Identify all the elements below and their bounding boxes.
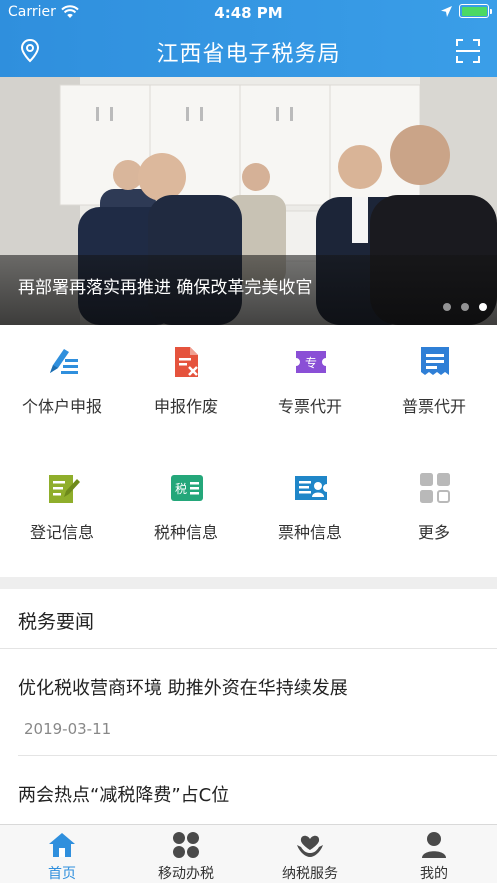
status-time: 4:48 PM [214,4,283,22]
tab-home[interactable]: 首页 [0,825,124,883]
banner-caption[interactable]: 再部署再落实再推进 确保改革完美收官 [18,273,312,298]
more-grid-icon [420,473,450,503]
tab-mobile-tax[interactable]: 移动办税 [124,825,248,883]
tab-profile[interactable]: 我的 [372,825,496,883]
ticket-type-icon [295,476,327,500]
service-registration-info[interactable]: 登记信息 [0,451,124,577]
divider [18,755,497,756]
news-item-title[interactable]: 两会热点“减税降费”占C位 [18,781,229,807]
service-label: 税种信息 [153,523,218,542]
section-divider [0,577,497,589]
divider [0,648,497,649]
service-label: 票种信息 [277,523,342,542]
service-hands-icon [297,835,323,857]
status-right [440,4,492,18]
receipt-icon [421,347,449,375]
carousel-indicator[interactable] [443,303,487,311]
news-item-date: 2019-03-11 [24,720,112,738]
service-individual-declaration[interactable]: 个体户申报 [0,325,124,451]
service-label: 登记信息 [29,523,94,542]
tab-label: 首页 [48,866,76,882]
carousel-dot[interactable] [443,303,451,311]
service-label: 个体户申报 [21,397,102,416]
home-icon [49,833,75,857]
scan-icon[interactable] [455,38,481,64]
service-special-invoice[interactable]: 专 专票代开 [248,325,372,451]
carousel-dot[interactable] [461,303,469,311]
page-title: 江西省电子税务局 [156,42,341,67]
tab-label: 纳税服务 [282,866,338,882]
tax-type-icon: 税 [171,475,203,501]
news-item-title[interactable]: 优化税收营商环境 助推外资在华持续发展 [18,674,348,700]
service-general-invoice[interactable]: 普票代开 [372,325,496,451]
apps-icon [173,832,199,858]
service-ticket-type-info[interactable]: 票种信息 [248,451,372,577]
service-label: 更多 [417,523,450,542]
nav-bar: 江西省电子税务局 [0,26,497,77]
carousel-dot-active[interactable] [479,303,487,311]
battery-icon [459,4,492,18]
status-bar: Carrier 4:48 PM [0,0,497,26]
service-more[interactable]: 更多 [372,451,496,577]
register-edit-icon [49,475,80,503]
document-cancel-icon [175,347,198,377]
service-label: 申报作废 [153,397,218,416]
user-icon [422,832,446,858]
special-ticket-icon: 专 [296,351,326,373]
tab-label: 我的 [420,866,448,882]
news-section-title: 税务要闻 [18,611,95,633]
svg-text:税: 税 [175,482,187,496]
pen-form-icon [50,349,78,374]
location-arrow-icon [441,5,452,17]
tab-tax-service[interactable]: 纳税服务 [248,825,372,883]
app-header: Carrier 4:48 PM 江西省电子税务局 [0,0,497,77]
news-banner[interactable]: 再部署再落实再推进 确保改革完美收官 [0,77,497,325]
service-label: 专票代开 [277,397,342,416]
service-declaration-void[interactable]: 申报作废 [124,325,248,451]
tab-bar: 首页 移动办税 纳税服务 我的 [0,824,497,883]
service-tax-type-info[interactable]: 税 税种信息 [124,451,248,577]
svg-text:专: 专 [305,355,317,370]
service-grid: 个体户申报 申报作废 专 专票代开 普票代开 登记信息 税 税种信息 票种信息 … [0,325,497,577]
service-label: 普票代开 [401,397,466,416]
tab-label: 移动办税 [158,866,214,882]
